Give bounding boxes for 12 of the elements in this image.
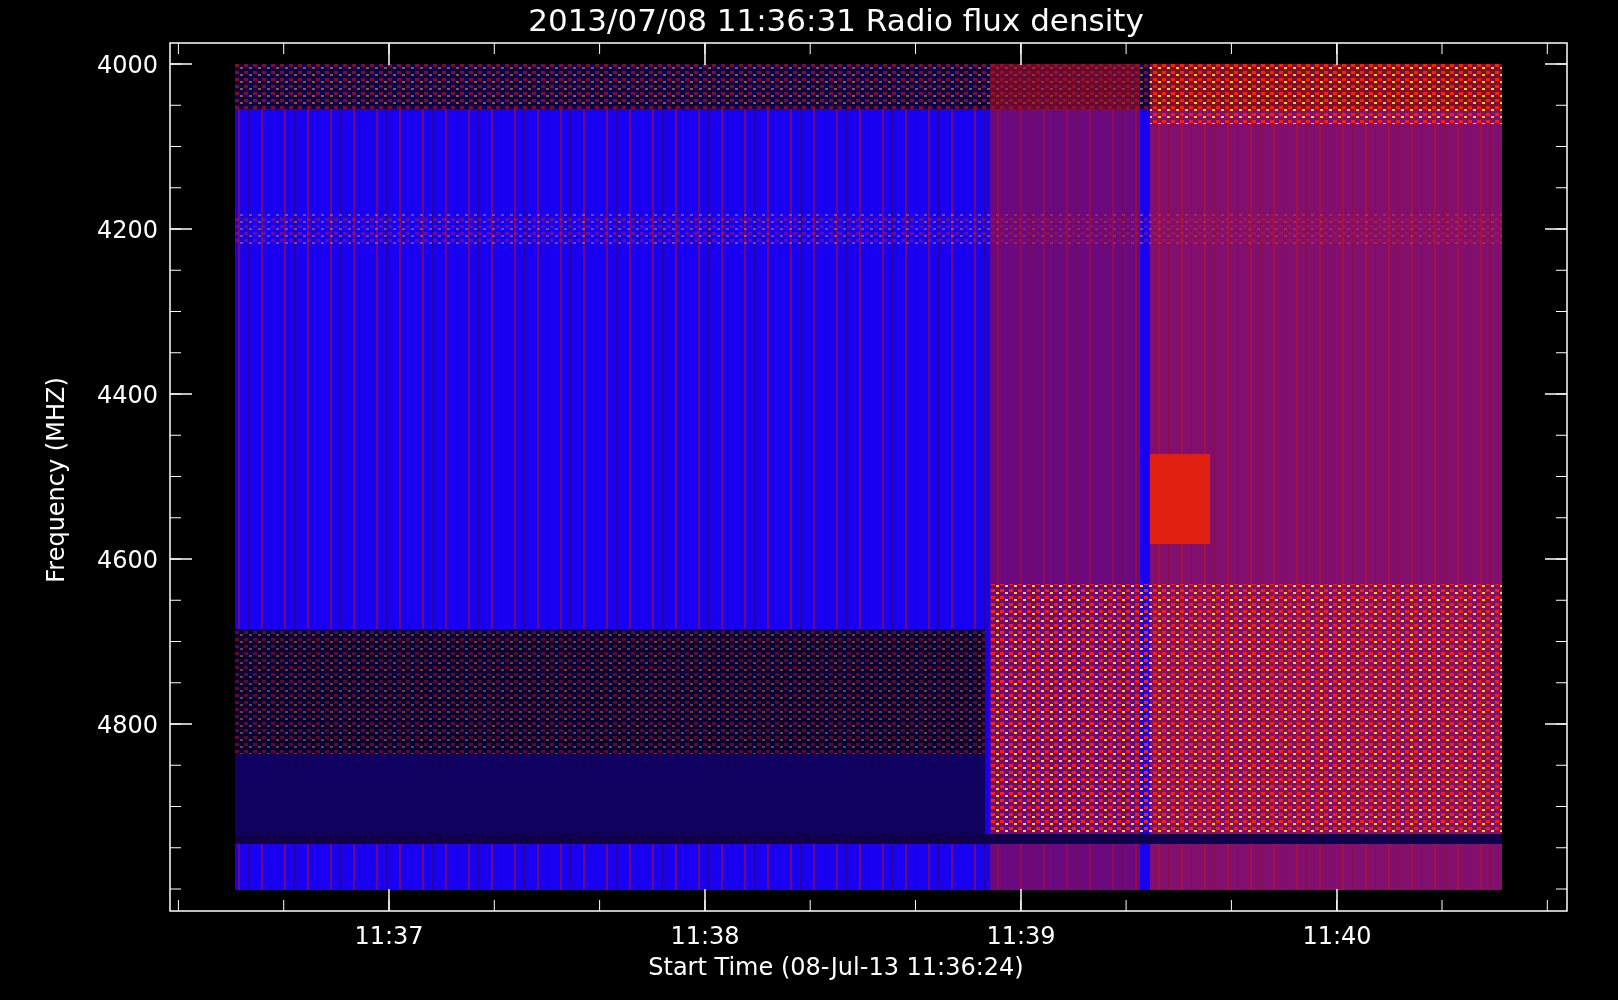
axis-tick-label: 4000	[96, 51, 158, 79]
axis-tick-label: 4600	[96, 546, 158, 574]
axis-tick-label: 4200	[96, 216, 158, 244]
axis-tick-label: 4400	[96, 381, 158, 409]
axis-tick-label: 11:37	[354, 922, 424, 950]
axis-label: Frequency (MHZ)	[42, 377, 70, 583]
axis-tick-label: 11:40	[1302, 922, 1372, 950]
plot-title: 2013/07/08 11:36:31 Radio flux density	[528, 2, 1144, 38]
axis-tick-label: 4800	[96, 711, 158, 739]
axis-tick-label: 11:39	[986, 922, 1056, 950]
axis-label: Start Time (08-Jul-13 11:36:24)	[648, 953, 1024, 981]
axis-tick-label: 11:38	[670, 922, 740, 950]
